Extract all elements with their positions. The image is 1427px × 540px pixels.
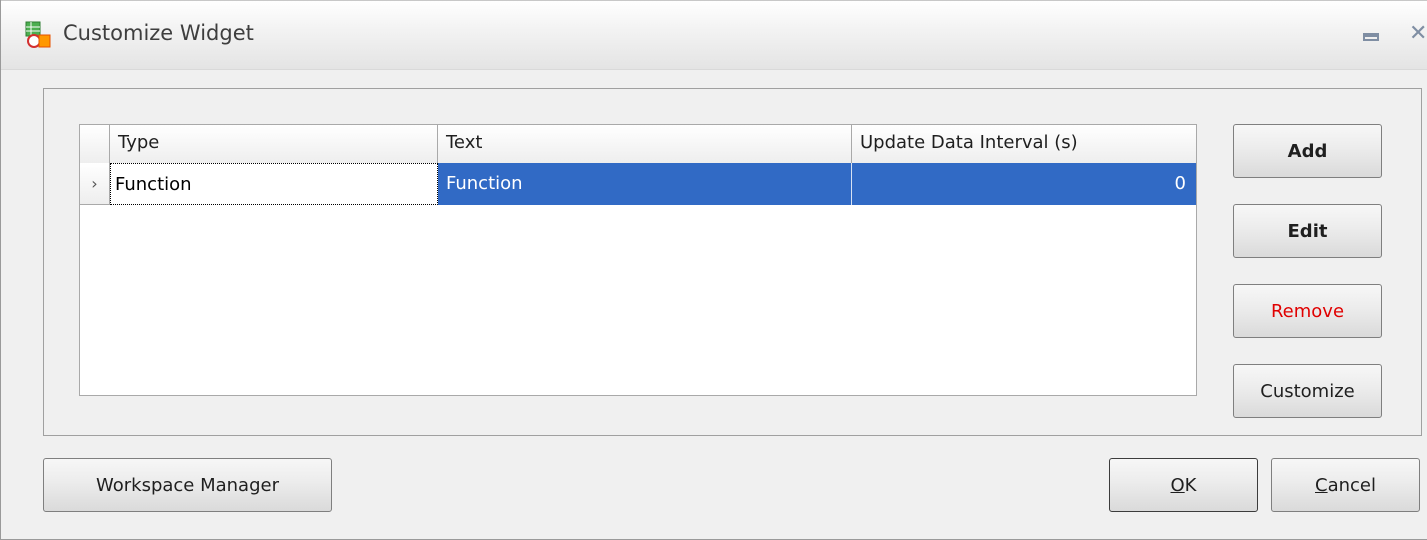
close-icon[interactable]: ✕ [1409,21,1427,46]
customize-button[interactable]: Customize [1233,364,1382,418]
add-button[interactable]: Add [1233,124,1382,178]
cancel-mnemonic: C [1315,474,1328,496]
table-row[interactable]: › Function Function 0 [80,163,1196,205]
cell-update-interval[interactable]: 0 [852,163,1196,205]
cancel-label-rest: ancel [1327,474,1376,496]
edit-button[interactable]: Edit [1233,204,1382,258]
row-indicator-icon: › [80,163,110,205]
window-title: Customize Widget [63,21,254,45]
widget-items-grid[interactable]: Type Text Update Data Interval (s) › Fun… [79,124,1197,396]
header-indicator-cell [80,125,110,163]
remove-button[interactable]: Remove [1233,284,1382,338]
column-header-update-interval[interactable]: Update Data Interval (s) [852,125,1196,163]
minimize-icon[interactable] [1363,33,1379,41]
ok-label-rest: K [1184,474,1197,496]
cell-type[interactable]: Function [110,163,438,205]
ok-button[interactable]: OK [1109,458,1258,512]
customize-widget-window: Customize Widget ✕ Type Text Update Data… [0,0,1427,540]
cell-text[interactable]: Function [438,163,852,205]
column-header-text[interactable]: Text [438,125,852,163]
workspace-manager-button[interactable]: Workspace Manager [43,458,332,512]
grid-header: Type Text Update Data Interval (s) [80,125,1196,164]
column-header-type[interactable]: Type [110,125,438,163]
widget-app-icon [25,21,51,48]
cancel-button[interactable]: Cancel [1271,458,1420,512]
ok-mnemonic: O [1170,474,1185,496]
title-bar[interactable]: Customize Widget ✕ [1,0,1427,70]
